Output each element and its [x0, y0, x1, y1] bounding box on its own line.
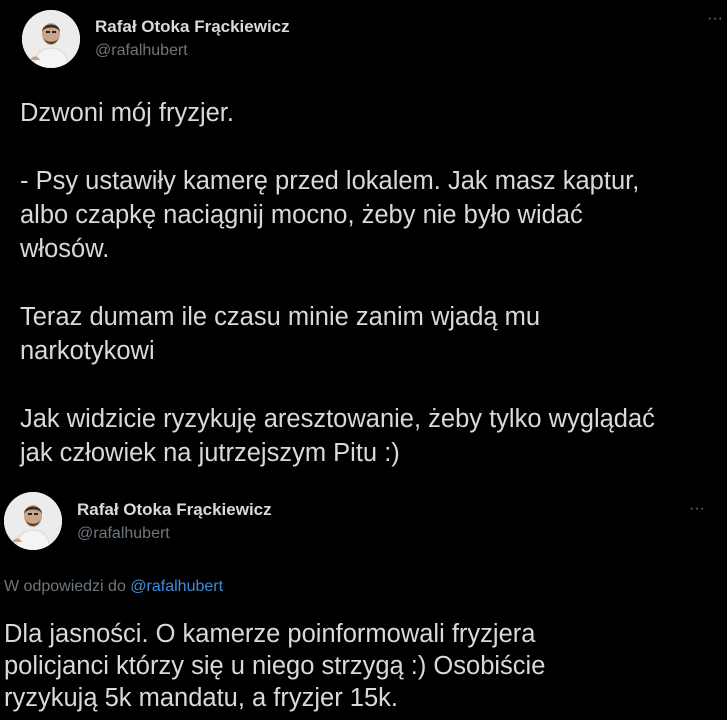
avatar-photo-icon: [22, 10, 80, 68]
avatar[interactable]: [4, 492, 62, 550]
tweet-text: Dla jasności. O kamerze poinformowali fr…: [4, 620, 546, 712]
more-dots-icon[interactable]: ···: [689, 501, 705, 517]
tweet-text: Dzwoni mój fryzjer. - Psy ustawiły kamer…: [20, 99, 655, 467]
author-handle[interactable]: @rafalhubert: [77, 525, 170, 543]
reply-prefix: W odpowiedzi do: [4, 578, 131, 595]
reply-tweet: Rafał Otoka Frąckiewicz @rafalhubert ···…: [0, 482, 727, 720]
author-name[interactable]: Rafał Otoka Frąckiewicz: [95, 17, 290, 37]
author-name[interactable]: Rafał Otoka Frąckiewicz: [77, 500, 272, 520]
reply-context: W odpowiedzi do @rafalhubert: [4, 578, 223, 596]
reply-mention-link[interactable]: @rafalhubert: [130, 578, 223, 595]
more-dots-icon[interactable]: ···: [707, 11, 723, 27]
avatar[interactable]: [22, 10, 80, 68]
avatar-photo-icon: [4, 492, 62, 550]
author-handle[interactable]: @rafalhubert: [95, 42, 188, 60]
tweet-thread: Rafał Otoka Frąckiewicz @rafalhubert ···…: [0, 0, 727, 720]
tweet: Rafał Otoka Frąckiewicz @rafalhubert ···…: [0, 0, 727, 480]
